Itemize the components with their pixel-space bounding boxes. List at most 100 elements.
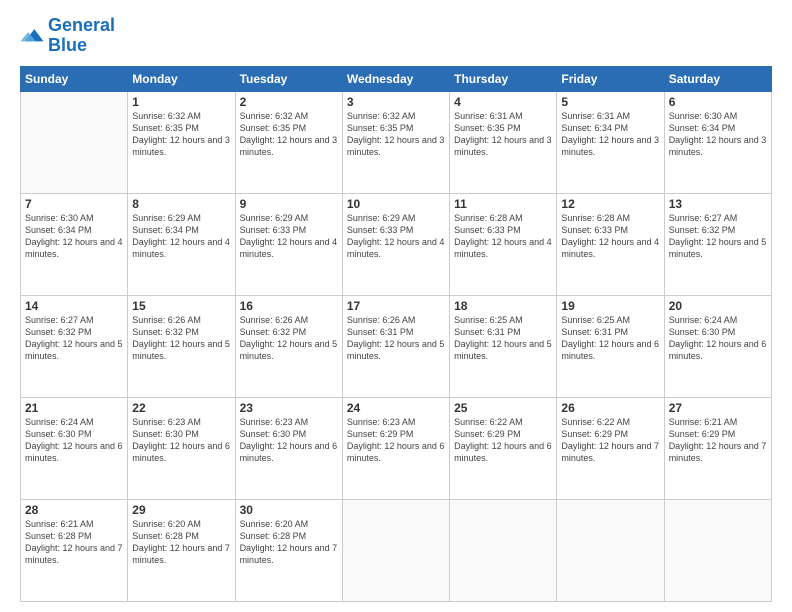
calendar-cell: 9Sunrise: 6:29 AMSunset: 6:33 PMDaylight… bbox=[235, 193, 342, 295]
calendar-cell: 22Sunrise: 6:23 AMSunset: 6:30 PMDayligh… bbox=[128, 397, 235, 499]
day-info: Sunrise: 6:26 AMSunset: 6:32 PMDaylight:… bbox=[240, 314, 338, 363]
day-info: Sunrise: 6:31 AMSunset: 6:35 PMDaylight:… bbox=[454, 110, 552, 159]
day-number: 14 bbox=[25, 299, 123, 313]
calendar-cell: 14Sunrise: 6:27 AMSunset: 6:32 PMDayligh… bbox=[21, 295, 128, 397]
day-number: 21 bbox=[25, 401, 123, 415]
day-number: 27 bbox=[669, 401, 767, 415]
weekday-header-wednesday: Wednesday bbox=[342, 66, 449, 91]
calendar-cell: 21Sunrise: 6:24 AMSunset: 6:30 PMDayligh… bbox=[21, 397, 128, 499]
calendar-week-row: 1 Sunrise: 6:32 AMSunset: 6:35 PMDaylight… bbox=[21, 91, 772, 193]
day-number: 22 bbox=[132, 401, 230, 415]
day-number: 20 bbox=[669, 299, 767, 313]
day-info: Sunrise: 6:20 AMSunset: 6:28 PMDaylight:… bbox=[240, 518, 338, 567]
day-number: 19 bbox=[561, 299, 659, 313]
calendar-cell: 17Sunrise: 6:26 AMSunset: 6:31 PMDayligh… bbox=[342, 295, 449, 397]
day-number: 8 bbox=[132, 197, 230, 211]
day-number: 5 bbox=[561, 95, 659, 109]
calendar-week-row: 28Sunrise: 6:21 AMSunset: 6:28 PMDayligh… bbox=[21, 499, 772, 601]
calendar-cell: 7Sunrise: 6:30 AMSunset: 6:34 PMDaylight… bbox=[21, 193, 128, 295]
calendar-cell: 20Sunrise: 6:24 AMSunset: 6:30 PMDayligh… bbox=[664, 295, 771, 397]
calendar-cell: 12Sunrise: 6:28 AMSunset: 6:33 PMDayligh… bbox=[557, 193, 664, 295]
calendar-cell: 2Sunrise: 6:32 AMSunset: 6:35 PMDaylight… bbox=[235, 91, 342, 193]
day-number: 28 bbox=[25, 503, 123, 517]
day-info: Sunrise: 6:30 AMSunset: 6:34 PMDaylight:… bbox=[25, 212, 123, 261]
weekday-header-friday: Friday bbox=[557, 66, 664, 91]
day-info: Sunrise: 6:23 AMSunset: 6:29 PMDaylight:… bbox=[347, 416, 445, 465]
day-number: 18 bbox=[454, 299, 552, 313]
weekday-header-row: SundayMondayTuesdayWednesdayThursdayFrid… bbox=[21, 66, 772, 91]
day-info: Sunrise: 6:25 AMSunset: 6:31 PMDaylight:… bbox=[454, 314, 552, 363]
day-number: 9 bbox=[240, 197, 338, 211]
day-number: 23 bbox=[240, 401, 338, 415]
day-info: Sunrise: 6:32 AMSunset: 6:35 PMDaylight:… bbox=[347, 110, 445, 159]
day-info: Sunrise: 6:24 AMSunset: 6:30 PMDaylight:… bbox=[25, 416, 123, 465]
day-number: 7 bbox=[25, 197, 123, 211]
calendar-cell bbox=[557, 499, 664, 601]
day-info: Sunrise: 6:29 AMSunset: 6:34 PMDaylight:… bbox=[132, 212, 230, 261]
calendar-cell: 4Sunrise: 6:31 AMSunset: 6:35 PMDaylight… bbox=[450, 91, 557, 193]
day-info: Sunrise: 6:29 AMSunset: 6:33 PMDaylight:… bbox=[240, 212, 338, 261]
calendar-week-row: 14Sunrise: 6:27 AMSunset: 6:32 PMDayligh… bbox=[21, 295, 772, 397]
day-info: Sunrise: 6:28 AMSunset: 6:33 PMDaylight:… bbox=[454, 212, 552, 261]
calendar-cell bbox=[342, 499, 449, 601]
day-number: 29 bbox=[132, 503, 230, 517]
day-info: Sunrise: 6:27 AMSunset: 6:32 PMDaylight:… bbox=[25, 314, 123, 363]
day-number: 15 bbox=[132, 299, 230, 313]
logo: General Blue bbox=[20, 16, 115, 56]
page: General Blue SundayMondayTuesdayWednesda… bbox=[0, 0, 792, 612]
day-number: 25 bbox=[454, 401, 552, 415]
day-number: 26 bbox=[561, 401, 659, 415]
calendar-cell: 1Sunrise: 6:32 AMSunset: 6:35 PMDaylight… bbox=[128, 91, 235, 193]
day-number: 6 bbox=[669, 95, 767, 109]
day-info: Sunrise: 6:23 AMSunset: 6:30 PMDaylight:… bbox=[240, 416, 338, 465]
calendar-cell bbox=[21, 91, 128, 193]
weekday-header-monday: Monday bbox=[128, 66, 235, 91]
calendar-cell: 28Sunrise: 6:21 AMSunset: 6:28 PMDayligh… bbox=[21, 499, 128, 601]
logo-text: General Blue bbox=[48, 16, 115, 56]
calendar-week-row: 7Sunrise: 6:30 AMSunset: 6:34 PMDaylight… bbox=[21, 193, 772, 295]
day-info: Sunrise: 6:27 AMSunset: 6:32 PMDaylight:… bbox=[669, 212, 767, 261]
calendar-cell: 15Sunrise: 6:26 AMSunset: 6:32 PMDayligh… bbox=[128, 295, 235, 397]
weekday-header-thursday: Thursday bbox=[450, 66, 557, 91]
calendar-cell: 19Sunrise: 6:25 AMSunset: 6:31 PMDayligh… bbox=[557, 295, 664, 397]
day-number: 4 bbox=[454, 95, 552, 109]
calendar-cell bbox=[450, 499, 557, 601]
calendar-cell: 5Sunrise: 6:31 AMSunset: 6:34 PMDaylight… bbox=[557, 91, 664, 193]
day-info: Sunrise: 6:22 AMSunset: 6:29 PMDaylight:… bbox=[561, 416, 659, 465]
calendar-cell: 30Sunrise: 6:20 AMSunset: 6:28 PMDayligh… bbox=[235, 499, 342, 601]
day-info: Sunrise: 6:31 AMSunset: 6:34 PMDaylight:… bbox=[561, 110, 659, 159]
weekday-header-tuesday: Tuesday bbox=[235, 66, 342, 91]
calendar-cell: 8Sunrise: 6:29 AMSunset: 6:34 PMDaylight… bbox=[128, 193, 235, 295]
calendar-cell: 24Sunrise: 6:23 AMSunset: 6:29 PMDayligh… bbox=[342, 397, 449, 499]
day-info: Sunrise: 6:25 AMSunset: 6:31 PMDaylight:… bbox=[561, 314, 659, 363]
calendar-week-row: 21Sunrise: 6:24 AMSunset: 6:30 PMDayligh… bbox=[21, 397, 772, 499]
calendar-table: SundayMondayTuesdayWednesdayThursdayFrid… bbox=[20, 66, 772, 602]
day-number: 13 bbox=[669, 197, 767, 211]
day-info: Sunrise: 6:23 AMSunset: 6:30 PMDaylight:… bbox=[132, 416, 230, 465]
day-number: 2 bbox=[240, 95, 338, 109]
calendar-cell: 16Sunrise: 6:26 AMSunset: 6:32 PMDayligh… bbox=[235, 295, 342, 397]
calendar-cell: 27Sunrise: 6:21 AMSunset: 6:29 PMDayligh… bbox=[664, 397, 771, 499]
calendar-cell: 10Sunrise: 6:29 AMSunset: 6:33 PMDayligh… bbox=[342, 193, 449, 295]
day-number: 11 bbox=[454, 197, 552, 211]
day-number: 30 bbox=[240, 503, 338, 517]
day-number: 1 bbox=[132, 95, 230, 109]
day-info: Sunrise: 6:26 AMSunset: 6:31 PMDaylight:… bbox=[347, 314, 445, 363]
calendar-cell: 3Sunrise: 6:32 AMSunset: 6:35 PMDaylight… bbox=[342, 91, 449, 193]
day-number: 12 bbox=[561, 197, 659, 211]
calendar-cell bbox=[664, 499, 771, 601]
day-number: 17 bbox=[347, 299, 445, 313]
header: General Blue bbox=[20, 16, 772, 56]
calendar-cell: 18Sunrise: 6:25 AMSunset: 6:31 PMDayligh… bbox=[450, 295, 557, 397]
day-info: Sunrise: 6:21 AMSunset: 6:29 PMDaylight:… bbox=[669, 416, 767, 465]
day-info: Sunrise: 6:32 AMSunset: 6:35 PMDaylight:… bbox=[240, 110, 338, 159]
calendar-cell: 13Sunrise: 6:27 AMSunset: 6:32 PMDayligh… bbox=[664, 193, 771, 295]
day-info: Sunrise: 6:29 AMSunset: 6:33 PMDaylight:… bbox=[347, 212, 445, 261]
day-info: Sunrise: 6:24 AMSunset: 6:30 PMDaylight:… bbox=[669, 314, 767, 363]
calendar-cell: 23Sunrise: 6:23 AMSunset: 6:30 PMDayligh… bbox=[235, 397, 342, 499]
weekday-header-saturday: Saturday bbox=[664, 66, 771, 91]
day-info: Sunrise: 6:20 AMSunset: 6:28 PMDaylight:… bbox=[132, 518, 230, 567]
day-number: 3 bbox=[347, 95, 445, 109]
day-info: Sunrise: 6:21 AMSunset: 6:28 PMDaylight:… bbox=[25, 518, 123, 567]
day-info: Sunrise: 6:26 AMSunset: 6:32 PMDaylight:… bbox=[132, 314, 230, 363]
